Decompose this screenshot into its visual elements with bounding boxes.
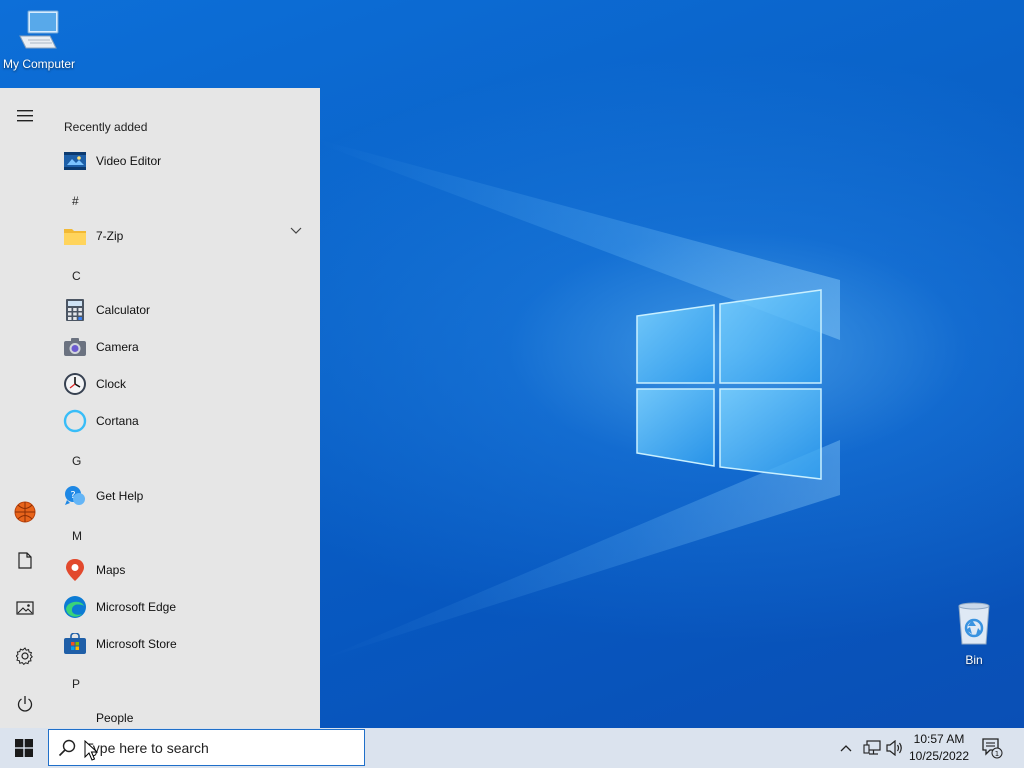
desktop-icon-bin[interactable]: Bin: [944, 600, 1004, 667]
clock-icon: [62, 371, 88, 397]
chevron-down-icon[interactable]: [290, 227, 302, 235]
app-item-microsoft-edge[interactable]: Microsoft Edge: [62, 590, 308, 624]
user-avatar-icon: [14, 501, 36, 523]
network-icon: [863, 740, 881, 755]
clock-date: 10/25/2022: [908, 749, 970, 763]
letter-header-p[interactable]: P: [72, 677, 80, 691]
app-item-people[interactable]: People: [62, 701, 308, 728]
letter-header-c[interactable]: C: [72, 269, 81, 283]
volume-icon: [886, 740, 902, 756]
maps-icon: [62, 557, 88, 583]
windows-start-icon: [15, 739, 33, 757]
documents-icon: [18, 551, 32, 569]
start-menu-rail: [0, 88, 50, 728]
clock-date-button[interactable]: 10:57 AM 10/25/2022: [904, 731, 974, 765]
app-list: Recently added Video Editor # 7-Zip C Ca…: [50, 88, 320, 728]
documents-button[interactable]: [8, 543, 42, 577]
app-item-maps[interactable]: Maps: [62, 553, 308, 587]
app-name: Maps: [96, 563, 126, 577]
app-name: Microsoft Edge: [96, 600, 177, 614]
volume-button[interactable]: [884, 728, 906, 768]
network-button[interactable]: [860, 728, 884, 768]
app-name: Get Help: [96, 489, 144, 503]
search-box[interactable]: [48, 729, 365, 766]
camera-icon: [62, 334, 88, 360]
desktop-icon-my-computer[interactable]: My Computer: [0, 8, 78, 71]
desktop-icon-label: Bin: [965, 653, 983, 667]
app-item-7-zip[interactable]: 7-Zip: [62, 219, 308, 253]
settings-button[interactable]: [8, 639, 42, 673]
start-button[interactable]: [0, 728, 48, 768]
letter-header-hash[interactable]: #: [72, 194, 79, 208]
app-item-clock[interactable]: Clock: [62, 367, 308, 401]
app-name: Camera: [96, 340, 139, 354]
app-name: Cortana: [96, 414, 139, 428]
cortana-icon: [62, 408, 88, 434]
letter-header-g[interactable]: G: [72, 454, 81, 468]
app-item-camera[interactable]: Camera: [62, 330, 308, 364]
pictures-button[interactable]: [8, 591, 42, 625]
search-input[interactable]: [85, 739, 345, 756]
clock-time: 10:57 AM: [913, 732, 965, 746]
taskbar: 10:57 AM 10/25/2022 1: [0, 728, 1024, 768]
notification-count-badge: 1: [995, 750, 999, 758]
people-icon: [62, 705, 88, 728]
video-editor-icon: [62, 148, 88, 174]
desktop-icon-label: My Computer: [2, 57, 76, 71]
recycle-bin-icon: [958, 602, 990, 645]
expand-menu-button[interactable]: [8, 99, 42, 133]
hamburger-menu-icon: [17, 110, 33, 122]
svg-text:?: ?: [70, 490, 75, 501]
user-account-button[interactable]: [8, 495, 42, 529]
edge-icon: [62, 594, 88, 620]
app-name: People: [96, 711, 134, 725]
settings-icon: [16, 647, 33, 665]
notification-center-icon: 1: [982, 738, 1003, 759]
app-item-get-help[interactable]: ? Get Help: [62, 479, 308, 513]
power-icon: [17, 696, 33, 712]
calculator-icon: [62, 297, 88, 323]
store-icon: [62, 631, 88, 657]
app-name: Video Editor: [96, 154, 162, 168]
app-item-cortana[interactable]: Cortana: [62, 404, 308, 438]
chevron-up-icon: [840, 745, 852, 752]
app-item-video-editor[interactable]: Video Editor: [62, 144, 308, 178]
computer-icon: [19, 10, 59, 49]
search-icon: [49, 739, 85, 757]
app-item-microsoft-store[interactable]: Microsoft Store: [62, 627, 308, 661]
folder-icon: [62, 223, 88, 249]
letter-header-m[interactable]: M: [72, 529, 82, 543]
app-name: Microsoft Store: [96, 637, 177, 651]
start-menu: Recently added Video Editor # 7-Zip C Ca…: [0, 88, 320, 728]
get-help-icon: ?: [62, 483, 88, 509]
app-name: Clock: [96, 377, 127, 391]
recently-added-header: Recently added: [64, 120, 148, 134]
windows-logo-wallpaper: [636, 289, 822, 480]
notifications-button[interactable]: 1: [980, 728, 1004, 768]
power-button[interactable]: [8, 687, 42, 721]
app-name: 7-Zip: [96, 229, 124, 243]
app-name: Calculator: [96, 303, 151, 317]
show-hidden-icons-button[interactable]: [836, 728, 856, 768]
pictures-icon: [16, 601, 34, 615]
app-item-calculator[interactable]: Calculator: [62, 293, 308, 327]
